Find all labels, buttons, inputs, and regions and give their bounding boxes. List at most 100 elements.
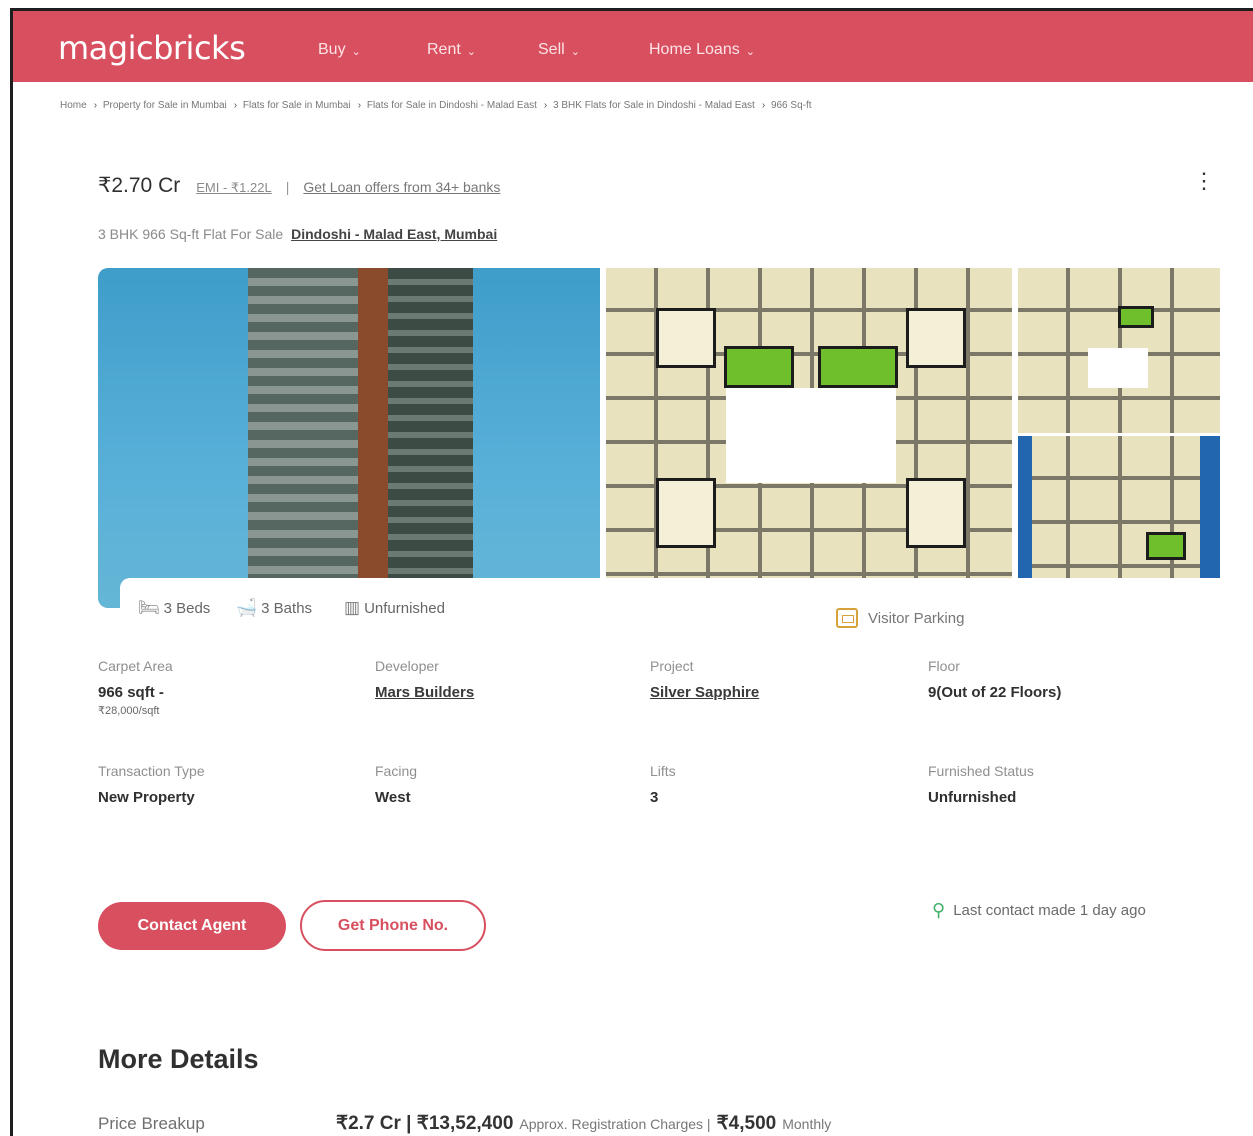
detail-label: Developer xyxy=(375,658,439,674)
breadcrumb-separator: › xyxy=(93,100,98,111)
floor-plan-image[interactable] xyxy=(1018,436,1220,578)
plan-balcony xyxy=(1118,306,1154,328)
detail-label: Lifts xyxy=(650,763,676,779)
detail-value: New Property xyxy=(98,789,195,806)
more-details-heading: More Details xyxy=(98,1044,259,1074)
detail-value: 966 sqft - xyxy=(98,684,164,701)
price-breakup-label: Price Breakup xyxy=(98,1114,205,1133)
nav-buy[interactable]: Buy ⌄ xyxy=(318,41,361,59)
breadcrumb-item[interactable]: Flats for Sale in Mumbai xyxy=(243,100,351,111)
last-contact-text: Last contact made 1 day ago xyxy=(953,902,1146,919)
location-link[interactable]: Dindoshi - Malad East, Mumbai xyxy=(291,226,497,242)
plan-room xyxy=(656,478,716,548)
plan-lobby xyxy=(726,388,896,483)
bath-icon: 🛁 xyxy=(236,598,258,617)
breadcrumb-separator: › xyxy=(543,100,548,111)
bed-icon: 🛏 xyxy=(138,598,160,617)
plan-blue-wall xyxy=(1018,436,1032,578)
nav-home-loans-label: Home Loans xyxy=(649,41,740,58)
user-icon: ⚲ xyxy=(932,900,946,920)
detail-project: Project Silver Sapphire xyxy=(650,658,759,701)
detail-label: Floor xyxy=(928,658,960,674)
nav-rent[interactable]: Rent ⌄ xyxy=(427,41,476,59)
listing-subtitle: 3 BHK 966 Sq-ft Flat For Sale Dindoshi -… xyxy=(98,226,497,242)
detail-lifts: Lifts 3 xyxy=(650,763,676,806)
breadcrumb-item[interactable]: 3 BHK Flats for Sale in Dindoshi - Malad… xyxy=(553,100,755,111)
contact-agent-button[interactable]: Contact Agent xyxy=(98,902,286,950)
developer-link[interactable]: Mars Builders xyxy=(375,684,474,701)
chevron-down-icon: ⌄ xyxy=(570,45,580,58)
detail-label: Furnished Status xyxy=(928,763,1034,779)
breadcrumb-item[interactable]: Property for Sale in Mumbai xyxy=(103,100,227,111)
divider: | xyxy=(285,179,290,195)
plan-room xyxy=(656,308,716,368)
breadcrumb-separator: › xyxy=(761,100,766,111)
visitor-parking: Visitor Parking xyxy=(836,608,964,628)
loan-offers-link[interactable]: Get Loan offers from 34+ banks xyxy=(303,179,500,195)
plan-room xyxy=(906,308,966,368)
price-breakup-amount: ₹2.7 Cr | ₹13,52,400 xyxy=(336,1113,514,1134)
more-options-icon[interactable]: ⋮ xyxy=(1193,170,1215,192)
monthly-amount: ₹4,500 xyxy=(716,1113,777,1134)
detail-floor: Floor 9(Out of 22 Floors) xyxy=(928,658,1061,701)
chevron-down-icon: ⌄ xyxy=(351,45,361,58)
nav-rent-label: Rent xyxy=(427,41,461,58)
detail-value: 9(Out of 22 Floors) xyxy=(928,684,1062,701)
furnishing-label: Unfurnished xyxy=(364,599,445,617)
detail-value: Unfurnished xyxy=(928,789,1017,806)
building-photo[interactable] xyxy=(98,268,600,608)
plan-balcony xyxy=(818,346,898,388)
visitor-parking-label: Visitor Parking xyxy=(868,609,965,627)
detail-label: Carpet Area xyxy=(98,658,173,674)
price-breakup-value: ₹2.7 Cr | ₹13,52,400 Approx. Registratio… xyxy=(336,1112,831,1135)
monthly-label: Monthly xyxy=(782,1116,832,1132)
chevron-down-icon: ⌄ xyxy=(466,45,477,58)
nav-home-loans[interactable]: Home Loans ⌄ xyxy=(649,41,755,59)
detail-label: Project xyxy=(650,658,694,674)
breadcrumb-item[interactable]: Home xyxy=(60,100,87,111)
detail-value: 3 xyxy=(650,789,659,806)
detail-value: West xyxy=(375,789,411,806)
floor-plan-image[interactable] xyxy=(1018,268,1220,433)
detail-carpet-area: Carpet Area 966 sqft - ₹28,000/sqft xyxy=(98,658,173,717)
breadcrumb: Home › Property for Sale in Mumbai › Flats… xyxy=(60,100,816,111)
plan-balcony xyxy=(724,346,794,388)
get-phone-button[interactable]: Get Phone No. xyxy=(300,900,486,951)
chevron-down-icon: ⌄ xyxy=(745,45,755,58)
listing-title: 3 BHK 966 Sq-ft Flat For Sale xyxy=(98,226,284,242)
detail-developer: Developer Mars Builders xyxy=(375,658,474,701)
last-contact-info: ⚲ Last contact made 1 day ago xyxy=(932,900,1146,921)
detail-label: Transaction Type xyxy=(98,763,205,779)
registration-note: Approx. Registration Charges | xyxy=(519,1116,711,1132)
emi-link[interactable]: EMI - ₹1.22L xyxy=(196,180,271,196)
detail-sub: ₹28,000/sqft xyxy=(98,705,160,717)
detail-furnished-status: Furnished Status Unfurnished xyxy=(928,763,1034,806)
detail-facing: Facing West xyxy=(375,763,417,806)
plan-blue-wall xyxy=(1200,436,1220,578)
project-link[interactable]: Silver Sapphire xyxy=(650,684,759,701)
nav-sell-label: Sell xyxy=(538,41,565,58)
breadcrumb-separator: › xyxy=(357,100,362,111)
plan-room xyxy=(906,478,966,548)
plan-lobby xyxy=(1088,348,1148,388)
wardrobe-icon: ▥ xyxy=(344,598,361,617)
furnishing-summary: ▥ Unfurnished xyxy=(344,598,445,618)
price-row: ₹2.70 Cr EMI - ₹1.22L | Get Loan offers … xyxy=(98,173,500,198)
breadcrumb-item[interactable]: Flats for Sale in Dindoshi - Malad East xyxy=(367,100,537,111)
magicbricks-logo[interactable]: magicbricks xyxy=(58,29,246,67)
baths-label: 3 Baths xyxy=(261,599,313,617)
floor-plan-image[interactable] xyxy=(606,268,1012,578)
parking-icon xyxy=(836,608,858,628)
beds-summary: 🛏 3 Beds xyxy=(138,598,210,618)
detail-label: Facing xyxy=(375,763,418,779)
detail-transaction-type: Transaction Type New Property xyxy=(98,763,205,806)
plan-grid xyxy=(1018,436,1220,578)
top-header: magicbricks Buy ⌄ Rent ⌄ Sell ⌄ Home Loa… xyxy=(13,11,1253,82)
breadcrumb-separator: › xyxy=(233,100,238,111)
breadcrumb-item: 966 Sq-ft xyxy=(770,100,812,111)
tower-side xyxy=(358,268,388,608)
plan-balcony xyxy=(1146,532,1186,560)
nav-buy-label: Buy xyxy=(318,41,346,58)
listing-price: ₹2.70 Cr xyxy=(98,174,181,197)
nav-sell[interactable]: Sell ⌄ xyxy=(538,41,580,59)
